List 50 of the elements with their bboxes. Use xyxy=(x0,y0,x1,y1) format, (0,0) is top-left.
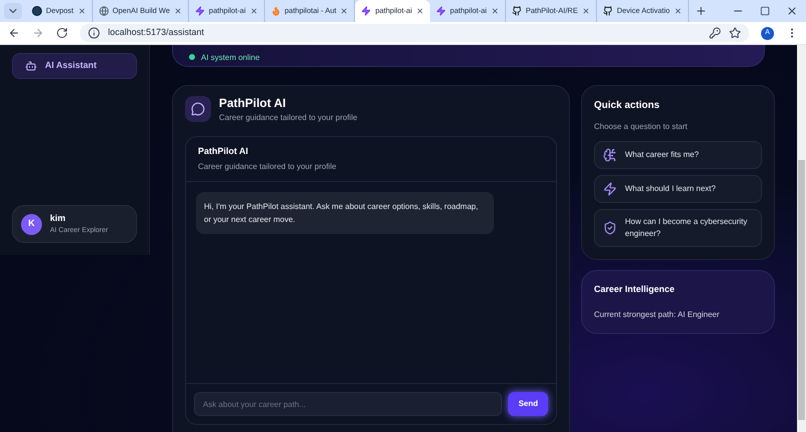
url-field[interactable]: localhost:5173/assistant xyxy=(80,24,749,42)
chat-subtitle: Career guidance tailored to your profile xyxy=(219,112,358,124)
bookmark-star-icon[interactable] xyxy=(729,27,741,39)
close-icon[interactable] xyxy=(340,7,348,15)
user-name: kim xyxy=(50,212,67,225)
panel-title: PathPilot AI xyxy=(198,145,250,158)
restore-icon[interactable] xyxy=(760,6,770,16)
sidebar-item[interactable]: AI Assistant xyxy=(12,53,137,79)
close-icon[interactable] xyxy=(582,7,590,15)
quick-actions-title: Quick actions xyxy=(594,99,661,113)
tab-list-button[interactable] xyxy=(4,3,22,19)
back-icon[interactable] xyxy=(8,27,20,39)
status-text: AI system online xyxy=(201,52,260,64)
info-icon xyxy=(88,27,100,39)
send-button[interactable]: Send xyxy=(508,392,548,416)
new-tab-icon[interactable] xyxy=(694,5,707,17)
robot-icon xyxy=(25,60,37,72)
shield-check-icon xyxy=(603,221,617,235)
brain-icon xyxy=(603,148,617,162)
cat-logo-icon xyxy=(602,6,613,16)
close-icon[interactable] xyxy=(416,7,424,15)
url-text: localhost:5173/assistant xyxy=(108,26,206,40)
bolt-icon xyxy=(361,6,372,16)
forward-icon[interactable] xyxy=(32,27,44,39)
chat-title: PathPilot AI xyxy=(219,95,287,112)
cat-logo-icon xyxy=(512,6,522,16)
key-icon[interactable] xyxy=(709,27,721,39)
user-avatar: K xyxy=(21,214,42,234)
quick-action-button[interactable]: How can I become a cybersecurity engineer? xyxy=(594,209,762,247)
bolt-icon xyxy=(194,6,205,16)
flame-icon xyxy=(270,6,281,16)
quick-action-button[interactable]: What should I learn next? xyxy=(594,175,762,203)
lightning-icon xyxy=(603,182,617,196)
message-input[interactable]: Ask about your career path... xyxy=(194,392,502,416)
close-icon[interactable] xyxy=(174,7,182,15)
close-icon[interactable] xyxy=(78,7,86,15)
bolt-icon xyxy=(436,6,446,16)
close-icon[interactable] xyxy=(786,5,798,17)
close-icon[interactable] xyxy=(250,7,258,15)
close-icon[interactable] xyxy=(490,7,499,15)
reload-icon[interactable] xyxy=(56,27,68,39)
intelligence-title: Career Intelligence xyxy=(594,283,676,296)
quick-action-button[interactable]: What career fits me? xyxy=(594,141,762,169)
assistant-message: Hi, I'm your PathPilot assistant. Ask me about career options, skills, roadmap, or your next career move. xyxy=(196,192,494,234)
close-icon[interactable] xyxy=(674,7,682,15)
intelligence-text: Current strongest path: AI Engineer xyxy=(594,308,720,320)
panel-subtitle: Career guidance tailored to your profile xyxy=(198,160,338,172)
quick-actions-subtitle: Choose a question to start xyxy=(594,121,688,133)
chat-bubble-icon xyxy=(191,102,205,116)
globe-icon xyxy=(98,6,109,16)
